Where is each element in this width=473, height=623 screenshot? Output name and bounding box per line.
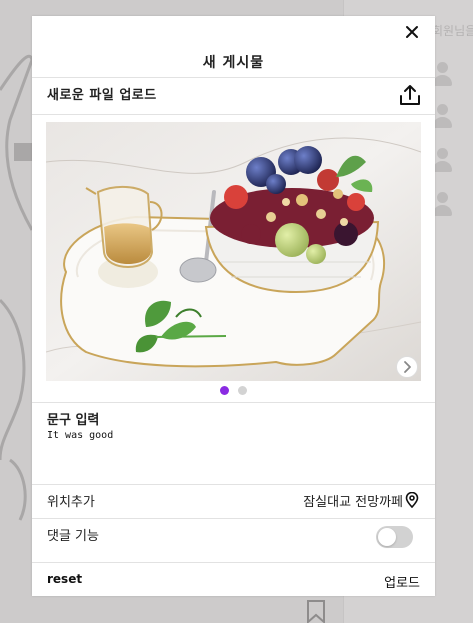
comments-toggle[interactable]	[376, 526, 413, 548]
chevron-right-icon	[404, 361, 411, 373]
divider	[32, 77, 435, 78]
upload-submit-button[interactable]: 업로드	[384, 572, 420, 591]
post-photo	[46, 122, 421, 381]
upload-icon[interactable]	[398, 83, 422, 107]
divider	[32, 114, 435, 115]
background-avatar	[432, 148, 454, 174]
divider	[32, 518, 435, 519]
caption-input[interactable]: It was good	[47, 430, 113, 441]
toggle-knob	[378, 528, 396, 546]
divider	[32, 402, 435, 403]
comments-label: 댓글 기능	[47, 529, 99, 544]
location-pin-icon[interactable]	[405, 492, 419, 508]
close-icon[interactable]	[404, 24, 420, 40]
carousel-next-button[interactable]	[396, 356, 418, 378]
background-avatar	[432, 104, 454, 130]
modal-title: 새 게시물	[202, 55, 265, 71]
caption-label: 문구 입력	[47, 413, 100, 428]
background-avatar	[432, 62, 454, 88]
new-post-modal: 새 게시물 새로운 파일 업로드 문구 입력 It was good 위치추가 …	[32, 16, 435, 596]
carousel-dot-active[interactable]	[220, 386, 229, 395]
divider	[32, 562, 435, 563]
upload-label: 새로운 파일 업로드	[47, 88, 157, 103]
background-avatar	[432, 192, 454, 218]
location-value[interactable]: 잠실대교 전망까페	[303, 491, 403, 510]
background-text: 회원님을	[432, 24, 473, 38]
reset-button[interactable]: reset	[47, 572, 82, 586]
carousel-dot[interactable]	[238, 386, 247, 395]
divider	[32, 484, 435, 485]
bookmark-icon[interactable]	[306, 600, 326, 623]
location-label: 위치추가	[47, 495, 95, 510]
